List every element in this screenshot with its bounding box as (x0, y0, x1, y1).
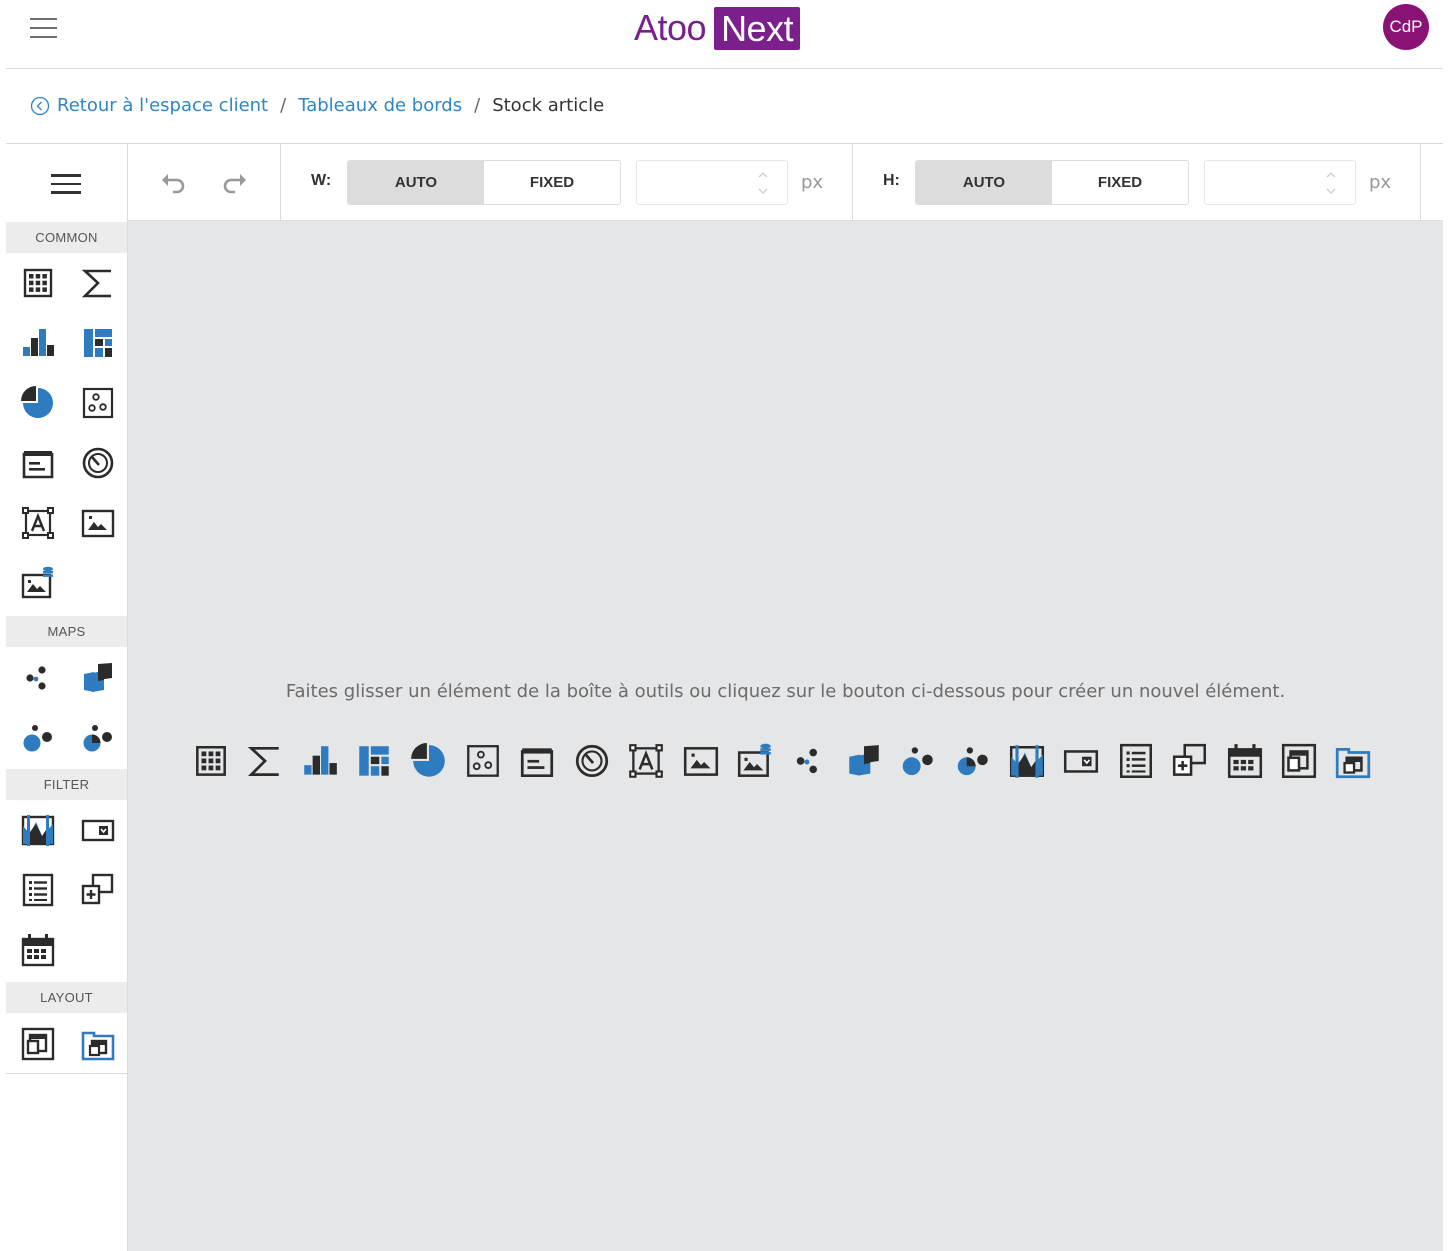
top-bar: Atoo Next CdP (6, 0, 1443, 69)
bound-image-icon[interactable] (736, 742, 774, 782)
geo-point-map-icon[interactable] (20, 660, 56, 696)
bubble-map-icon[interactable] (20, 720, 56, 756)
grid-icon[interactable] (20, 265, 56, 301)
group-header-filter: FILTER (6, 769, 127, 800)
width-fixed-button[interactable]: FIXED (484, 161, 620, 204)
dashboard-designer: COMMON MAPS FILTER LAYOUT W: AUTO FIXED (6, 143, 1443, 1251)
height-fixed-button[interactable]: FIXED (1052, 161, 1188, 204)
date-filter-icon[interactable] (1226, 742, 1264, 782)
card-sum-icon[interactable] (246, 742, 284, 782)
combo-box-icon[interactable] (1062, 742, 1100, 782)
text-box-icon[interactable] (518, 742, 556, 782)
pie-icon[interactable] (20, 385, 56, 421)
treemap-icon[interactable] (80, 325, 116, 361)
width-label: W: (311, 172, 332, 189)
bound-image-icon[interactable] (20, 565, 56, 601)
height-value-field[interactable] (1211, 161, 1321, 202)
scatter-icon[interactable] (80, 385, 116, 421)
choropleth-map-icon[interactable] (80, 660, 116, 696)
grid-icon[interactable] (192, 742, 230, 782)
pie-map-icon[interactable] (80, 720, 116, 756)
breadcrumb-parent-link[interactable]: Tableaux de bords (298, 95, 462, 116)
divider (1420, 144, 1421, 221)
undo-icon[interactable] (158, 168, 190, 200)
combo-box-icon[interactable] (80, 812, 116, 848)
options-bar: W: AUTO FIXED px H: AUTO FIXED px (128, 144, 1443, 221)
width-auto-button[interactable]: AUTO (348, 161, 484, 204)
breadcrumb-separator: / (280, 94, 287, 116)
hamburger-icon[interactable] (28, 15, 60, 41)
group-header-common: COMMON (6, 222, 127, 253)
chart-icon[interactable] (301, 742, 339, 782)
range-filter-icon[interactable] (1008, 742, 1046, 782)
breadcrumb-separator: / (474, 94, 481, 116)
pie-map-icon[interactable] (954, 742, 992, 782)
toolbox: COMMON MAPS FILTER LAYOUT (6, 144, 128, 1251)
pie-icon[interactable] (410, 742, 448, 782)
redo-icon[interactable] (218, 168, 250, 200)
spinner-icon[interactable] (757, 167, 769, 199)
bubble-map-icon[interactable] (899, 742, 937, 782)
back-label: Retour à l'espace client (57, 94, 269, 116)
group-icon[interactable] (20, 1026, 56, 1062)
group-header-maps: MAPS (6, 616, 127, 647)
image-icon[interactable] (80, 505, 116, 541)
logo-box: Next (714, 6, 801, 50)
breadcrumb: Retour à l'espace client / Tableaux de b… (30, 90, 604, 120)
tree-view-icon[interactable] (1171, 742, 1209, 782)
list-box-icon[interactable] (1117, 742, 1155, 782)
gauge-icon[interactable] (573, 742, 611, 782)
back-link[interactable]: Retour à l'espace client (30, 95, 268, 116)
breadcrumb-current: Stock article (492, 94, 605, 116)
height-auto-button[interactable]: AUTO (916, 161, 1052, 204)
toolbox-divider (6, 1073, 127, 1074)
list-box-icon[interactable] (20, 872, 56, 908)
text-box-icon[interactable] (20, 445, 56, 481)
width-value-field[interactable] (643, 161, 753, 202)
width-mode-toggle: AUTO FIXED (347, 160, 621, 205)
avatar[interactable]: CdP (1383, 4, 1429, 50)
card-sum-icon[interactable] (80, 265, 116, 301)
tab-container-icon[interactable] (80, 1026, 116, 1062)
height-label: H: (883, 172, 900, 189)
bound-image-text-icon[interactable] (20, 505, 56, 541)
tree-view-icon[interactable] (80, 872, 116, 908)
gauge-icon[interactable] (80, 445, 116, 481)
divider (280, 144, 281, 221)
image-icon[interactable] (682, 742, 720, 782)
toolbox-menu-icon[interactable] (50, 172, 82, 196)
range-filter-icon[interactable] (20, 812, 56, 848)
height-mode-toggle: AUTO FIXED (915, 160, 1189, 205)
bound-image-text-icon[interactable] (627, 742, 665, 782)
app-logo[interactable]: Atoo Next (634, 6, 801, 50)
height-input[interactable] (1204, 160, 1356, 205)
chart-icon[interactable] (20, 325, 56, 361)
width-unit: px (801, 172, 824, 193)
height-unit: px (1369, 172, 1392, 193)
back-circle-icon (30, 96, 50, 115)
width-input[interactable] (636, 160, 788, 205)
logo-text: Atoo (634, 7, 707, 48)
treemap-icon[interactable] (355, 742, 393, 782)
date-filter-icon[interactable] (20, 932, 56, 968)
tab-container-icon[interactable] (1334, 742, 1372, 782)
group-header-layout: LAYOUT (6, 982, 127, 1013)
choropleth-map-icon[interactable] (845, 742, 883, 782)
group-icon[interactable] (1280, 742, 1318, 782)
scatter-icon[interactable] (464, 742, 502, 782)
dashboard-canvas[interactable]: Faites glisser un élément de la boîte à … (128, 221, 1443, 1251)
spinner-icon[interactable] (1325, 167, 1337, 199)
divider (852, 144, 853, 221)
geo-point-map-icon[interactable] (790, 742, 828, 782)
empty-hint: Faites glisser un élément de la boîte à … (285, 681, 1286, 702)
